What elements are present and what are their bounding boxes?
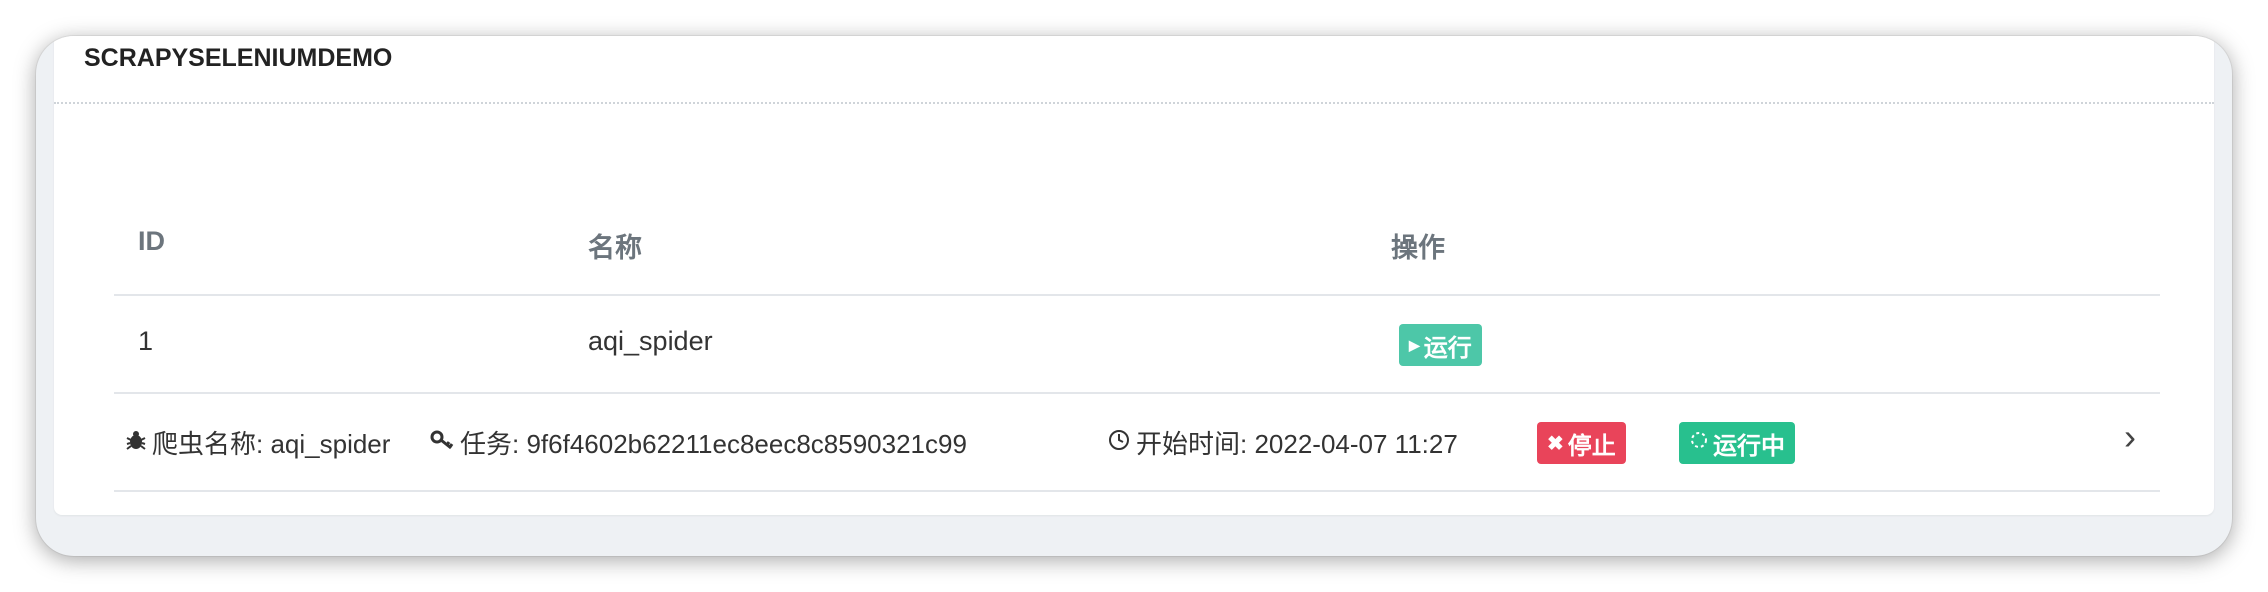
spider-name-text: 爬虫名称: aqi_spider <box>152 429 391 459</box>
header-id: ID <box>138 226 165 256</box>
chevron-right-icon[interactable]: › <box>2124 416 2136 458</box>
row-name: aqi_spider <box>588 326 713 356</box>
job-row[interactable]: 爬虫名称: aqi_spider 任务: 9f6f4602b62211ec8ee… <box>114 394 2160 492</box>
spider-name-info: 爬虫名称: aqi_spider <box>126 424 390 461</box>
panel-title: SCRAPYSELENIUMDEMO <box>84 44 393 72</box>
spider-panel: SCRAPYSELENIUMDEMO ID 名称 操作 1 aqi_spider… <box>54 36 2214 515</box>
play-icon: ▶ <box>1409 336 1420 353</box>
table-row: 1 aqi_spider ▶ 运行 <box>114 296 2160 394</box>
key-icon <box>430 429 454 457</box>
header-name: 名称 <box>588 233 642 263</box>
spider-table: ID 名称 操作 1 aqi_spider ▶ 运行 爬虫名称: aqi_spi… <box>114 186 2160 492</box>
stop-button[interactable]: ✖ 停止 <box>1537 422 1626 464</box>
bug-icon <box>126 429 146 457</box>
spinner-icon <box>1689 429 1709 457</box>
task-text: 任务: 9f6f4602b62211ec8eec8c8590321c99 <box>460 429 967 459</box>
start-time-text: 开始时间: 2022-04-07 11:27 <box>1136 429 1458 459</box>
close-icon: ✖ <box>1547 432 1564 455</box>
header-action: 操作 <box>1391 233 1445 263</box>
start-time-info: 开始时间: 2022-04-07 11:27 <box>1108 424 1458 461</box>
row-id: 1 <box>138 326 154 356</box>
clock-icon <box>1108 429 1130 457</box>
status-badge-label: 运行中 <box>1713 432 1785 460</box>
run-button[interactable]: ▶ 运行 <box>1399 324 1482 366</box>
status-badge: 运行中 <box>1679 422 1795 464</box>
run-button-label: 运行 <box>1423 334 1472 362</box>
stop-button-label: 停止 <box>1567 432 1616 460</box>
task-info: 任务: 9f6f4602b62211ec8eec8c8590321c99 <box>430 424 967 461</box>
table-header: ID 名称 操作 <box>114 186 2160 296</box>
window: SCRAPYSELENIUMDEMO ID 名称 操作 1 aqi_spider… <box>36 36 2232 556</box>
title-divider <box>54 102 2214 104</box>
